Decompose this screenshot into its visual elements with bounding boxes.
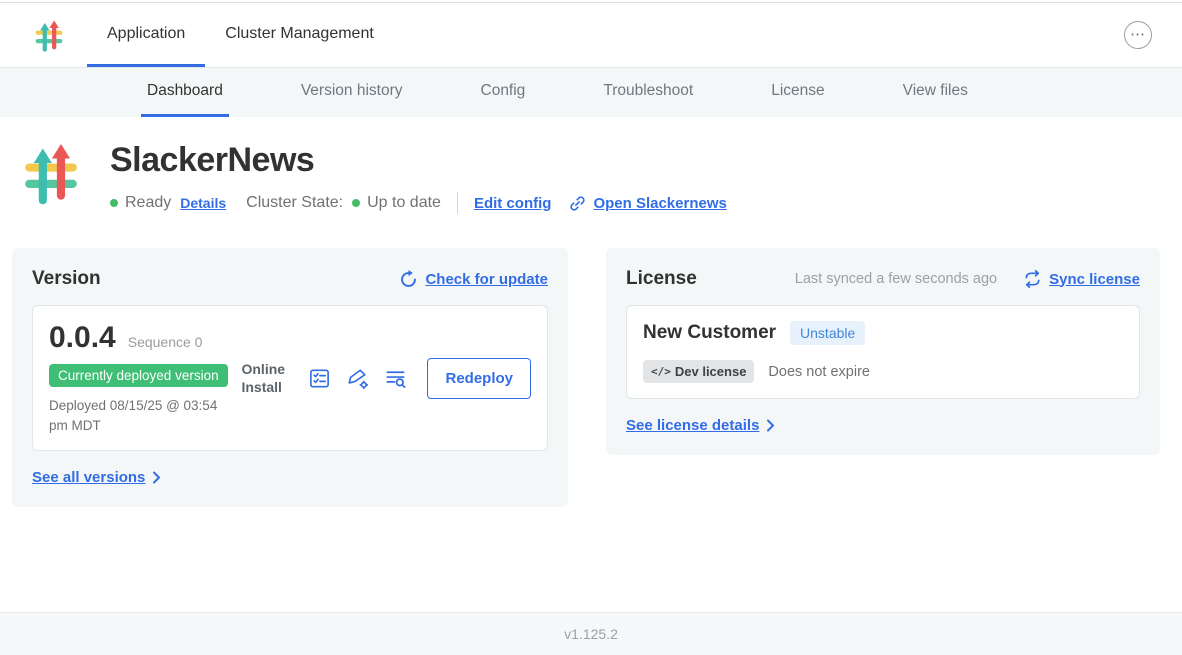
deployed-timestamp: Deployed 08/15/25 @ 03:54 pm MDT: [49, 396, 227, 435]
sync-license-label: Sync license: [1049, 271, 1140, 288]
check-for-update-label: Check for update: [425, 271, 548, 288]
details-link[interactable]: Details: [180, 195, 226, 211]
sync-icon: [1023, 270, 1042, 288]
more-options-button[interactable]: ⋯: [1124, 21, 1152, 49]
license-panel-title: License: [626, 268, 697, 290]
page-title: SlackerNews: [110, 141, 727, 180]
open-app-link[interactable]: Open Slackernews: [569, 195, 726, 212]
refresh-icon: [399, 270, 418, 289]
ready-status-dot: [110, 199, 118, 207]
chevron-right-icon: [152, 471, 161, 484]
tab-application[interactable]: Application: [87, 3, 205, 67]
license-type-row: </> Dev license Does not expire: [643, 360, 1123, 383]
see-all-versions-link[interactable]: See all versions: [32, 469, 161, 486]
version-number: 0.0.4: [49, 321, 116, 355]
subtab-view-files[interactable]: View files: [897, 68, 974, 117]
vertical-divider: [457, 192, 458, 214]
see-license-details-label: See license details: [626, 417, 759, 434]
subtab-license[interactable]: License: [765, 68, 830, 117]
channel-badge: Unstable: [790, 321, 865, 345]
license-expiry: Does not expire: [768, 364, 870, 380]
license-type-badge: </> Dev license: [643, 360, 754, 383]
sequence-label: Sequence 0: [128, 334, 203, 350]
last-synced-label: Last synced a few seconds ago: [795, 271, 997, 287]
tab-cluster-management[interactable]: Cluster Management: [205, 3, 394, 67]
cluster-state-dot: [352, 199, 360, 207]
footer: v1.125.2: [0, 612, 1182, 655]
see-all-versions-label: See all versions: [32, 469, 145, 486]
install-type-label: Online Install: [241, 360, 293, 396]
app-status-row: Ready Details Cluster State: Up to date …: [110, 192, 727, 214]
sub-nav: Dashboard Version history Config Trouble…: [0, 68, 1182, 117]
top-nav-tabs: Application Cluster Management: [87, 3, 394, 67]
top-nav-right: ⋯: [1124, 3, 1152, 67]
cluster-state-label: Cluster State:: [246, 194, 343, 212]
link-icon: [569, 195, 586, 212]
ready-status-label: Ready: [125, 194, 171, 212]
version-info: 0.0.4 Sequence 0 Currently deployed vers…: [49, 321, 228, 435]
version-panel-title: Version: [32, 268, 101, 290]
version-actions: Online Install: [241, 358, 531, 399]
top-nav: Application Cluster Management ⋯: [0, 3, 1182, 68]
app-large-logo-icon: [22, 141, 80, 205]
app-logo-icon: [34, 19, 64, 52]
license-head-right: Last synced a few seconds ago Sync licen…: [795, 270, 1140, 288]
edit-config-link[interactable]: Edit config: [474, 195, 552, 212]
dashboard-cards: Version Check for update 0.0.4 Sequ: [12, 248, 1160, 507]
app-header: SlackerNews Ready Details Cluster State:…: [22, 139, 1182, 214]
license-type-label: Dev license: [675, 364, 747, 379]
deployed-badge: Currently deployed version: [49, 364, 228, 387]
subtab-version-history[interactable]: Version history: [295, 68, 409, 117]
license-panel: License Last synced a few seconds ago: [606, 248, 1160, 455]
main-content: SlackerNews Ready Details Cluster State:…: [0, 117, 1182, 507]
customer-name: New Customer: [643, 322, 776, 344]
ellipsis-icon: ⋯: [1130, 25, 1146, 43]
redeploy-button[interactable]: Redeploy: [427, 358, 531, 399]
license-panel-head: License Last synced a few seconds ago: [626, 268, 1140, 290]
cluster-state-value: Up to date: [367, 194, 441, 212]
preflight-checklist-icon[interactable]: [308, 367, 331, 390]
version-panel-head: Version Check for update: [32, 268, 548, 290]
subtab-troubleshoot[interactable]: Troubleshoot: [597, 68, 699, 117]
console-version-label: v1.125.2: [564, 626, 618, 642]
open-app-link-label: Open Slackernews: [593, 195, 726, 212]
license-customer-row: New Customer Unstable: [643, 321, 1123, 345]
view-logs-icon[interactable]: [384, 367, 407, 390]
sync-license-link[interactable]: Sync license: [1023, 270, 1140, 288]
license-card: New Customer Unstable </> Dev license Do…: [626, 305, 1140, 399]
check-for-update-link[interactable]: Check for update: [399, 270, 548, 289]
app-header-text: SlackerNews Ready Details Cluster State:…: [110, 139, 727, 214]
subtab-config[interactable]: Config: [475, 68, 532, 117]
code-icon: </>: [651, 365, 671, 378]
version-panel: Version Check for update 0.0.4 Sequ: [12, 248, 568, 507]
current-version-card: 0.0.4 Sequence 0 Currently deployed vers…: [32, 305, 548, 451]
chevron-right-icon: [766, 419, 775, 432]
see-license-details-link[interactable]: See license details: [626, 417, 775, 434]
version-number-row: 0.0.4 Sequence 0: [49, 321, 228, 355]
subtab-dashboard[interactable]: Dashboard: [141, 68, 229, 117]
edit-config-icon[interactable]: [346, 367, 369, 390]
